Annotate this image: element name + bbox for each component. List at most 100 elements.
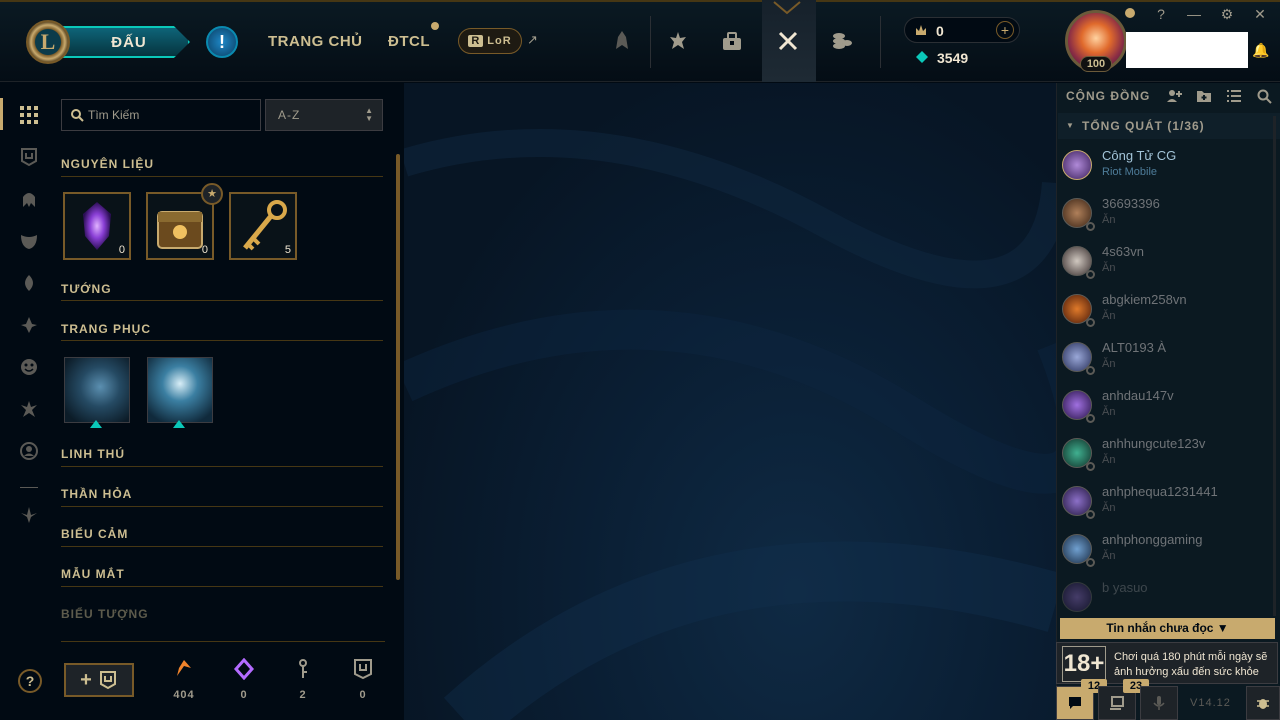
collection-nav-icon[interactable] [774,26,802,56]
collection-icon [354,659,372,680]
friend-list-item[interactable]: 36693396 Ăn [1058,192,1272,240]
social-scrollbar[interactable] [1273,116,1276,616]
friend-name: anhphequa1231441 [1102,484,1218,499]
list-view-icon[interactable] [1224,87,1244,105]
lor-logo-icon: R [468,35,484,47]
section-skins[interactable]: TRANG PHỤC [61,322,151,336]
material-tile-essence[interactable]: 0 [63,192,131,260]
orange-essence-value: 404 [173,689,195,701]
lor-label: LoR [487,35,512,47]
section-wards[interactable]: LINH THÚ [61,447,125,461]
nav-tft[interactable]: ĐTCL [388,33,430,50]
section-chromas[interactable]: MẪU MẮT [61,567,125,581]
buy-rp-button[interactable]: + [996,21,1014,39]
minimize-icon[interactable]: — [1185,6,1203,22]
external-link-icon: ↗ [527,32,538,47]
section-summoner-icons[interactable]: BIỂU TƯỢNG [61,607,149,621]
alert-icon[interactable]: ! [206,26,238,58]
friend-group-header[interactable]: ▼ TỔNG QUÁT (1/36) [1058,113,1280,139]
friend-name: b yasuo [1102,580,1148,595]
profile-nav-icon[interactable] [608,26,636,56]
bell-icon[interactable]: 🔔 [1252,42,1269,59]
lor-button[interactable]: R LoR [458,28,522,54]
mythic-essence-value: 0 [240,689,248,701]
skin-tile[interactable] [64,357,130,423]
wards-rail-icon[interactable] [17,271,41,295]
friend-search-icon[interactable] [1254,87,1274,105]
add-friend-icon[interactable] [1164,87,1184,105]
search-input[interactable] [88,104,256,126]
friend-list-item[interactable]: anhdau147v Ăn [1058,384,1272,432]
skin-tile[interactable] [147,357,213,423]
nav-separator [650,16,651,68]
voice-button[interactable] [1140,686,1178,720]
collection-rail-icon[interactable] [17,145,41,169]
chat-icon [1069,697,1081,709]
unread-messages-button[interactable]: Tin nhắn chưa đọc ▼ [1060,618,1275,639]
friend-list-item[interactable]: anhhungcute123v Ăn [1058,432,1272,480]
play-button-group[interactable]: L ĐẤU [26,20,192,64]
friend-group-label: TỔNG QUÁT (1/36) [1082,119,1205,133]
material-tile-key[interactable]: 5 [229,192,297,260]
friend-list-item[interactable]: ALT0193 À Ăn [1058,336,1272,384]
search-field[interactable] [61,99,261,131]
section-materials[interactable]: NGUYÊN LIỆU [61,157,154,171]
notification-dot [431,22,439,30]
skins-rail-icon[interactable] [17,229,41,253]
rail-active-indicator [0,98,3,130]
section-emotes[interactable]: THẦN HỎA [61,487,132,501]
spells-rail-icon[interactable] [17,397,41,421]
material-count: 5 [284,244,291,256]
key-fragment-stat: 2 [283,658,323,701]
help-icon[interactable]: ? [1152,6,1170,22]
friend-list-item[interactable]: Công Tử CG Riot Mobile [1058,144,1272,192]
background-art [404,83,1056,720]
store-nav-icon[interactable] [828,26,856,56]
tft-rail-icon[interactable] [17,503,41,527]
add-folder-icon[interactable] [1194,87,1214,105]
star-badge-icon: ★ [201,183,223,205]
friend-name: anhphonggaming [1102,532,1203,547]
grid-view-icon[interactable] [17,103,41,127]
friend-status: Ăn [1102,310,1116,322]
play-button-label: ĐẤU [111,33,147,51]
add-collection-button[interactable]: + [64,663,134,697]
settings-icon[interactable]: ⚙ [1218,6,1236,23]
mythic-essence-icon [233,658,255,680]
play-button[interactable]: ĐẤU [56,26,190,58]
section-champions[interactable]: TƯỚNG [61,282,112,296]
section-divider [61,546,383,547]
key-fragment-value: 2 [299,689,307,701]
friend-avatar [1062,582,1092,612]
profile-icon-rail-icon[interactable] [17,439,41,463]
section-divider [61,586,383,587]
key-fragment-icon [299,659,307,678]
sort-arrows-icon: ▲ ▼ [365,106,374,123]
rewards-nav-icon[interactable] [664,26,692,56]
smiley-rail-icon[interactable] [17,355,41,379]
nav-home[interactable]: TRANG CHỦ [268,33,363,50]
sort-dropdown[interactable]: A-Z ▲ ▼ [265,99,383,131]
away-status-icon [1086,558,1095,567]
nav-active-chevron-icon [773,1,801,15]
away-status-icon [1086,318,1095,327]
blue-essence-value: 3549 [937,50,969,66]
collection-scrollbar[interactable] [396,154,400,580]
friend-name: ALT0193 À [1102,340,1167,355]
champions-rail-icon[interactable] [17,187,41,211]
away-status-icon [1086,462,1095,471]
messages-icon [1110,696,1124,710]
orange-essence-icon [177,660,191,676]
friend-list-item[interactable]: abgkiem258vn Ăn [1058,288,1272,336]
help-button[interactable]: ? [18,669,42,693]
friend-list-item[interactable]: 4s63vn Ăn [1058,240,1272,288]
friend-list-item[interactable]: anhphonggaming Ăn [1058,528,1272,576]
bug-report-button[interactable] [1246,686,1280,720]
section-icons[interactable]: BIỂU CẢM [61,527,128,541]
friend-name: abgkiem258vn [1102,292,1187,307]
friend-list-item[interactable]: b yasuo [1058,576,1272,624]
loot-nav-icon[interactable] [718,26,746,56]
friend-list-item[interactable]: anhphequa1231441 Ăn [1058,480,1272,528]
close-icon[interactable]: ✕ [1251,6,1269,23]
emotes-rail-icon[interactable] [17,313,41,337]
